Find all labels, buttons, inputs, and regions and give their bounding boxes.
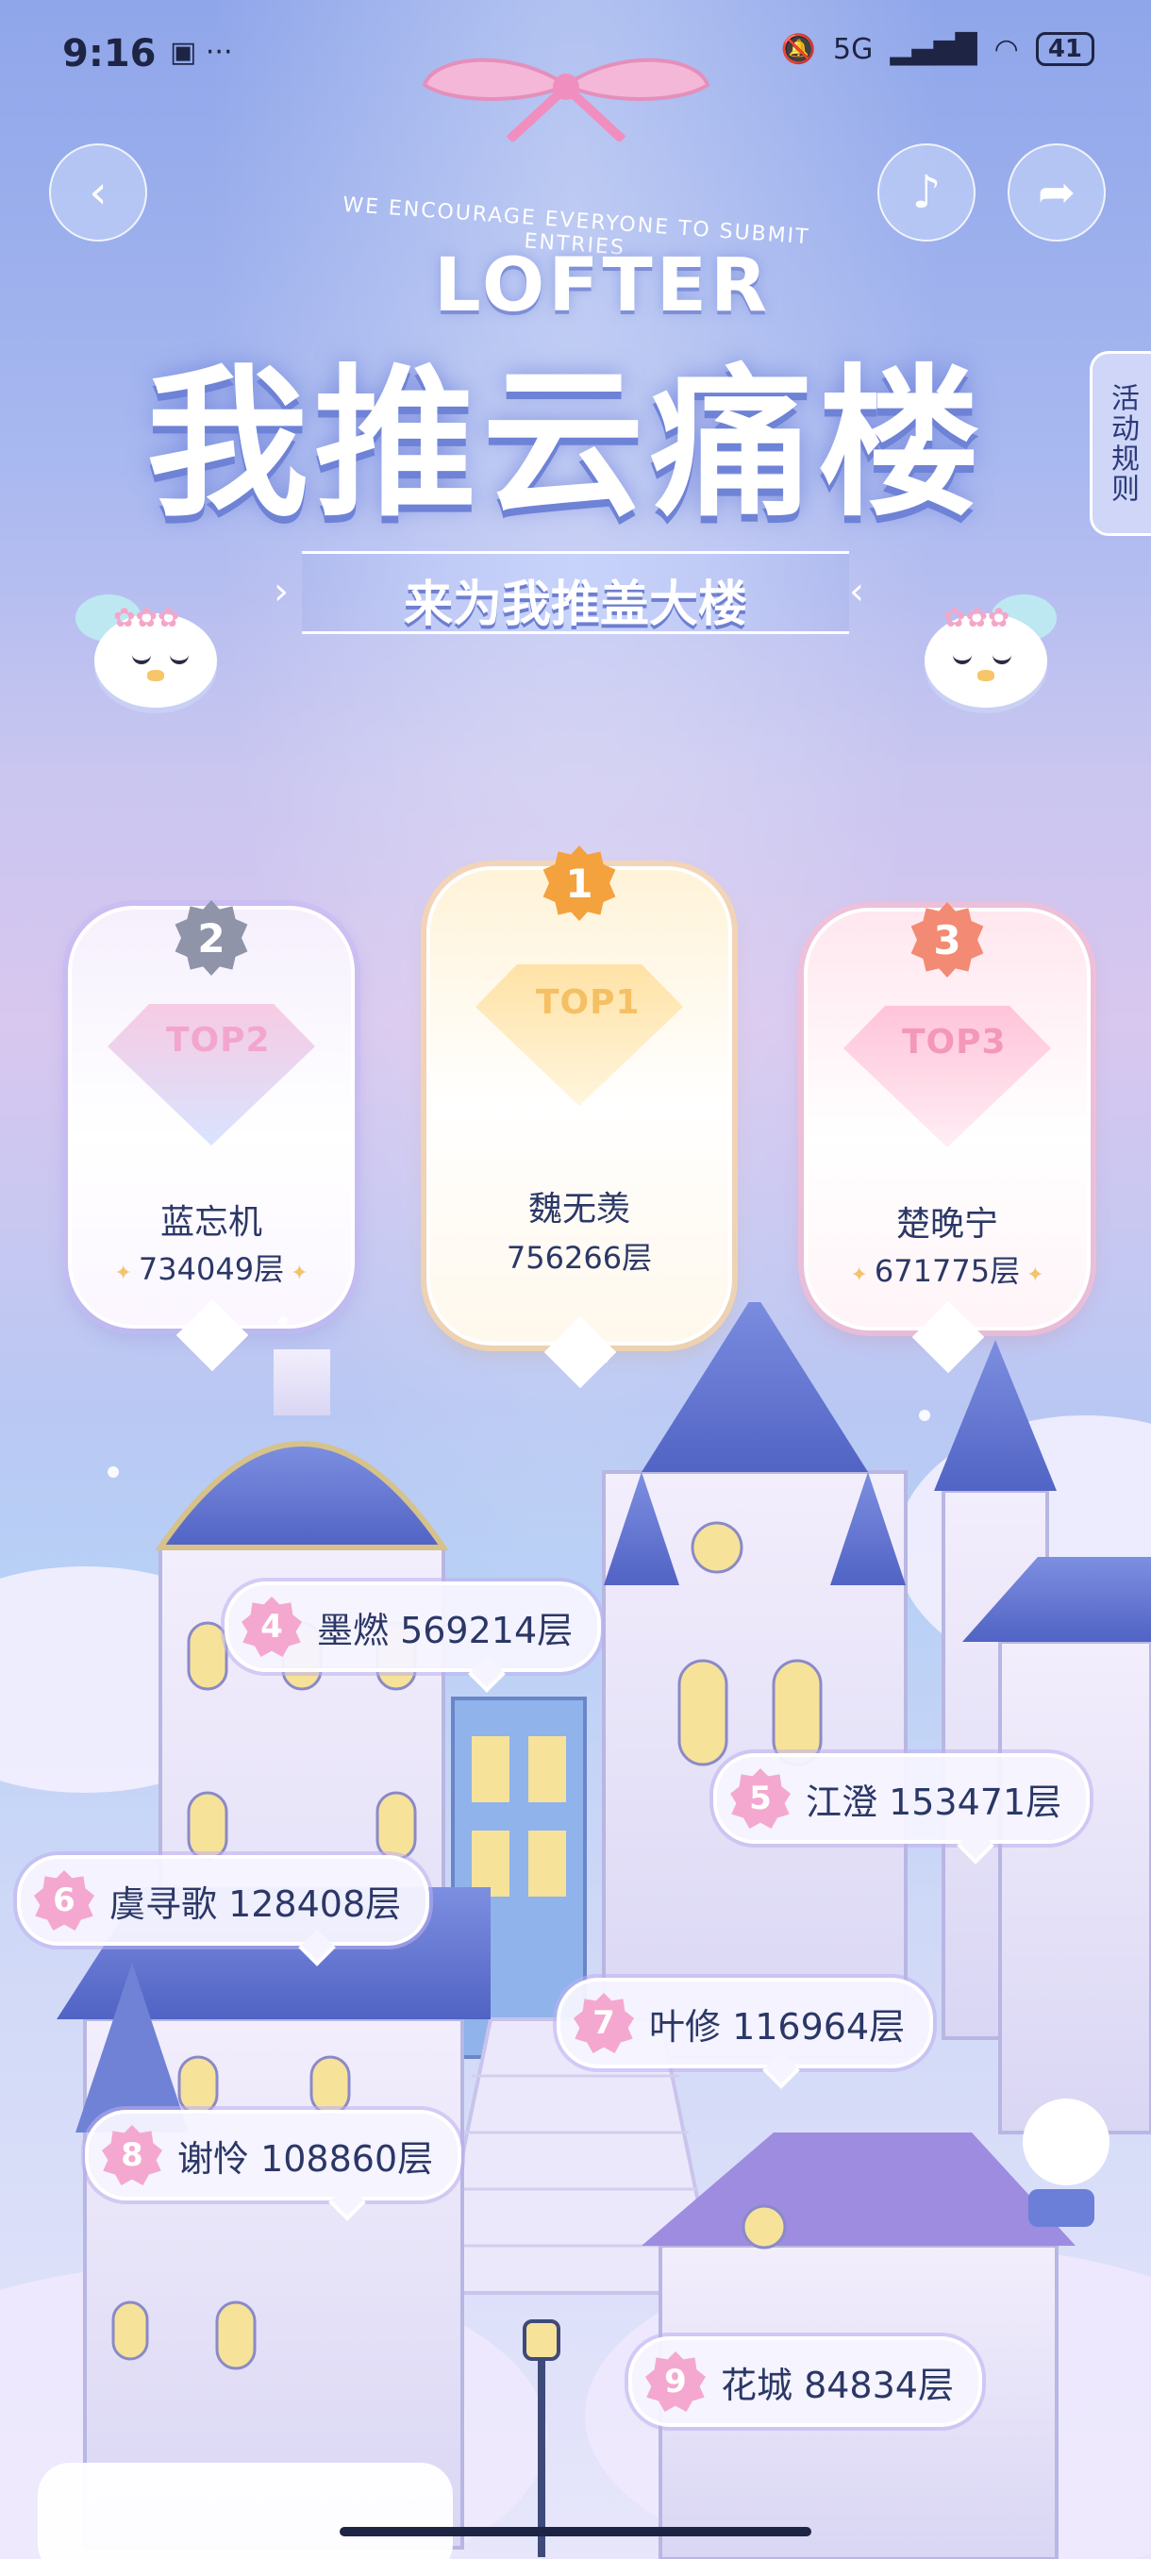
status-right: 🔕 5G ▂▄▆█ ◠ 41 bbox=[781, 32, 1094, 66]
music-note-icon: ♪ bbox=[911, 166, 942, 219]
bottom-panel bbox=[38, 2463, 453, 2576]
signal-icon: ▂▄▆█ bbox=[890, 32, 977, 66]
share-arrow-icon: ➦ bbox=[1037, 166, 1076, 219]
rank-number: 8 bbox=[102, 2125, 162, 2185]
rank-pill-7[interactable]: 7 叶修 116964层 bbox=[557, 1978, 934, 2089]
rank-text: 江澄 153471层 bbox=[806, 1781, 1062, 1823]
podium-name: 魏无羡 bbox=[527, 1190, 630, 1229]
rank-number: 9 bbox=[645, 2351, 706, 2412]
mascot-right: ✿✿✿ bbox=[906, 594, 1057, 717]
rank-badge: 3 bbox=[910, 902, 984, 978]
home-indicator[interactable] bbox=[340, 2527, 811, 2536]
rank-pill-4[interactable]: 4 墨燃 569214层 bbox=[225, 1581, 602, 1693]
rank-pill-9[interactable]: 9 花城 84834层 bbox=[628, 2336, 982, 2427]
rank-pill-6[interactable]: 6 虞寻歌 128408层 bbox=[17, 1855, 430, 1966]
flower-crown-icon: ✿✿✿ bbox=[943, 602, 1010, 633]
rank-pill-8[interactable]: 8 谢怜 108860层 bbox=[85, 2110, 462, 2221]
podium-card-1[interactable]: 1 TOP1 魏无羡 756266层 bbox=[426, 845, 732, 1389]
podium-card-3[interactable]: 3 TOP3 楚晚宁 ✦ 671775层 ✦ bbox=[804, 902, 1091, 1374]
podium-score: ✦ 734049层 ✦ bbox=[72, 1246, 351, 1289]
rank-number: 6 bbox=[34, 1870, 94, 1931]
rank-number: 5 bbox=[730, 1768, 791, 1829]
rank-badge: 2 bbox=[175, 900, 248, 976]
page-subtitle: 来为我推盖大楼 bbox=[403, 577, 747, 633]
battery-icon: 41 bbox=[1035, 32, 1094, 66]
podium-card-2[interactable]: 2 TOP2 蓝忘机 ✦ 734049层 ✦ bbox=[68, 900, 355, 1372]
sparkle-icon: ✦ bbox=[1020, 1263, 1044, 1287]
rank-text: 谢怜 108860层 bbox=[177, 2137, 434, 2180]
gem-label: TOP3 bbox=[902, 1023, 1007, 1062]
sparkle-icon: ✦ bbox=[114, 1262, 139, 1285]
rank-text: 叶修 116964层 bbox=[649, 2005, 906, 2048]
flower-crown-icon: ✿✿✿ bbox=[113, 602, 180, 633]
sparkle-icon: ✦ bbox=[284, 1262, 309, 1285]
rank-pill-5[interactable]: 5 江澄 153471层 bbox=[713, 1753, 1091, 1865]
rank-text: 墨燃 569214层 bbox=[317, 1609, 574, 1651]
back-arrow-icon: ‹ bbox=[89, 166, 108, 219]
ribbon-decoration bbox=[422, 58, 710, 142]
sparkle-icon: ✦ bbox=[850, 1263, 875, 1287]
back-button[interactable]: ‹ bbox=[49, 143, 147, 242]
wifi-icon: ◠ bbox=[993, 32, 1019, 66]
status-time: 9:16 bbox=[62, 32, 157, 75]
mascot-left: ✿✿✿ bbox=[75, 594, 226, 717]
podium-score-value: 671775层 bbox=[874, 1253, 1021, 1289]
rank-number: 7 bbox=[574, 1993, 634, 2053]
share-button[interactable]: ➦ bbox=[1008, 143, 1106, 242]
activity-rules-tab[interactable]: 活动规则 bbox=[1090, 351, 1151, 536]
mascot-beak bbox=[977, 670, 994, 681]
gem-label: TOP1 bbox=[536, 983, 641, 1022]
chevron-left-icon: ‹ bbox=[849, 570, 864, 613]
network-label: 5G bbox=[832, 32, 874, 66]
podium-name: 楚晚宁 bbox=[895, 1205, 998, 1244]
podium-score: 756266层 bbox=[430, 1234, 728, 1278]
page-title: 我推云痛楼 bbox=[146, 347, 986, 539]
rank-number: 4 bbox=[242, 1597, 302, 1657]
gem-label: TOP2 bbox=[166, 1021, 271, 1060]
mute-icon: 🔕 bbox=[780, 32, 816, 66]
podium-name: 蓝忘机 bbox=[159, 1203, 262, 1242]
notification-icons: ▣ ··· bbox=[170, 36, 233, 69]
mascot-beak bbox=[147, 670, 164, 681]
podium-score-value: 756266层 bbox=[506, 1240, 653, 1276]
rank-text: 虞寻歌 128408层 bbox=[109, 1882, 402, 1925]
chevron-right-icon: › bbox=[274, 570, 289, 613]
rank-text: 花城 84834层 bbox=[721, 2364, 954, 2406]
podium-score: ✦ 671775层 ✦ bbox=[808, 1247, 1087, 1291]
podium-score-value: 734049层 bbox=[138, 1251, 285, 1287]
music-button[interactable]: ♪ bbox=[877, 143, 976, 242]
